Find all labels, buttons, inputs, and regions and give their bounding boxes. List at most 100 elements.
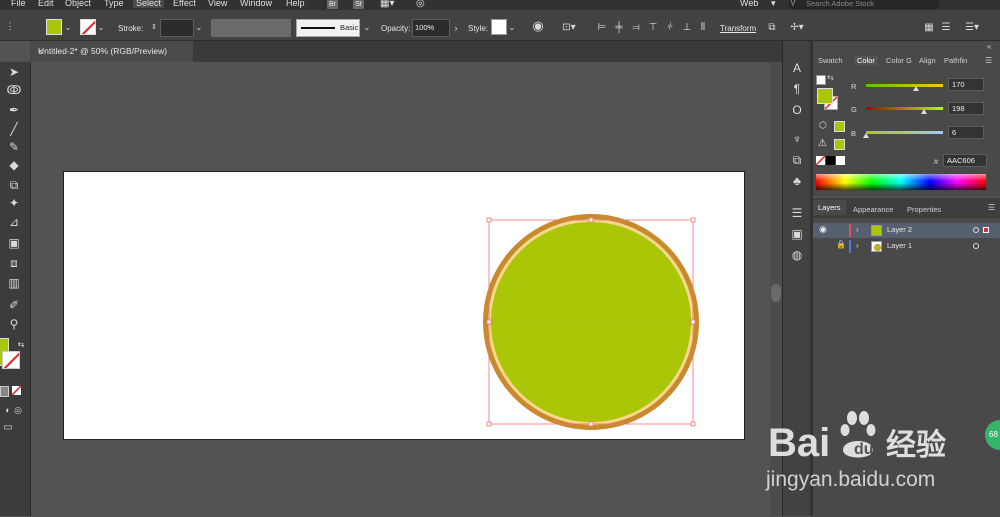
menu-help[interactable]: Help [286, 0, 305, 8]
transparency-panel-icon[interactable]: ◍ [790, 248, 804, 262]
close-icon[interactable]: × [38, 46, 43, 56]
variable-width-profile[interactable] [211, 19, 291, 37]
target-icon[interactable] [973, 243, 979, 249]
transform-link[interactable]: Transform [720, 24, 756, 33]
tab-layers[interactable]: Layers [813, 200, 846, 215]
brush-tool-icon[interactable]: ✎ [6, 140, 22, 154]
pen-tool-icon[interactable]: ✒ [6, 103, 22, 117]
target-icon[interactable] [973, 227, 979, 233]
visibility-eye-icon[interactable]: ◉ [819, 224, 827, 235]
blend-tool-icon[interactable]: ⧈ [6, 256, 22, 270]
out-of-web-gamut-icon[interactable]: ⬡ [819, 120, 827, 131]
none-mode-icon[interactable] [12, 386, 21, 395]
align-center-icon[interactable]: ╪ [612, 22, 626, 34]
recolor-artwork-icon[interactable]: ◉ [531, 19, 545, 32]
menu-object[interactable]: Object [65, 0, 91, 8]
tab-swatches[interactable]: Swatch [818, 56, 843, 65]
opacity-arrow-icon[interactable]: › [451, 19, 461, 37]
menu-select[interactable]: Select [133, 0, 165, 8]
menu-edit[interactable]: Edit [38, 0, 54, 8]
gpu-performance-icon[interactable]: ◎ [416, 0, 425, 9]
menu-type[interactable]: Type [104, 0, 124, 8]
graph-tool-icon[interactable]: ▥ [6, 276, 22, 290]
lock-icon[interactable]: 🔒 [836, 240, 846, 249]
arrange-icon[interactable]: ▦ [922, 22, 936, 34]
align-middle-icon[interactable]: ⫩ [663, 22, 677, 34]
expand-chevron-icon[interactable]: › [856, 241, 859, 250]
tab-align[interactable]: Align [919, 56, 936, 65]
eraser-tool-icon[interactable]: ◆ [6, 158, 22, 172]
clubs-symbol-icon[interactable]: ♣ [790, 174, 804, 188]
isolate-icon[interactable]: ⧉ [765, 22, 779, 34]
fill-chevron-icon[interactable]: ⌄ [63, 19, 73, 37]
red-value-field[interactable]: 170 [948, 78, 984, 91]
tab-properties[interactable]: Properties [907, 205, 941, 214]
stroke-swatch[interactable] [80, 19, 96, 35]
green-value-field[interactable]: 198 [948, 102, 984, 115]
none-color-icon[interactable] [816, 156, 825, 165]
black-swatch[interactable] [826, 156, 835, 165]
align-left-icon[interactable]: ⊨ [595, 22, 609, 34]
opacity-field[interactable]: 100% [412, 19, 450, 37]
panel-menu-icon[interactable]: ☰ [985, 56, 992, 65]
fill-swatch[interactable] [46, 19, 62, 35]
stroke-weight-field[interactable] [160, 19, 194, 37]
stroke-stepper-icon[interactable]: ⇕ [147, 22, 161, 34]
color-mode-icon[interactable] [0, 386, 9, 397]
symbols-icon[interactable]: ♆ [790, 132, 804, 146]
align-top-icon[interactable]: ⊤ [646, 22, 660, 34]
align-right-icon[interactable]: ⫤ [629, 22, 643, 34]
layer-row-1[interactable]: 🔒 › Layer 1 [813, 239, 1000, 254]
gradient-panel-icon[interactable]: ▣ [790, 227, 804, 241]
menu-effect[interactable]: Effect [173, 0, 196, 8]
align-bottom-icon[interactable]: ⊥ [680, 22, 694, 34]
collapse-panel-icon[interactable]: « [987, 42, 991, 51]
paragraph-icon[interactable]: ¶ [790, 82, 804, 96]
more-options-icon[interactable]: ☰▾ [965, 22, 979, 34]
selected-art-indicator[interactable] [983, 227, 989, 233]
tab-color[interactable]: Color [854, 56, 878, 65]
green-slider-thumb[interactable] [921, 109, 927, 114]
blue-slider[interactable] [866, 131, 943, 134]
layers-menu-icon[interactable]: ☰ [988, 203, 995, 212]
blue-value-field[interactable]: 6 [948, 126, 984, 139]
panel-fill-swatch[interactable] [817, 88, 833, 104]
stroke-chevron-icon[interactable]: ⌄ [96, 19, 106, 37]
swap-icon[interactable]: ⇆ [827, 73, 834, 82]
stock-icon[interactable]: St [353, 0, 364, 9]
screen-mode-icon[interactable]: ▭ [0, 421, 16, 435]
expand-chevron-icon[interactable]: › [856, 225, 859, 234]
layer-name[interactable]: Layer 1 [887, 241, 912, 250]
panel-options-icon[interactable]: ☰ [939, 22, 953, 34]
tab-pathfinder[interactable]: Pathfin [944, 56, 967, 65]
default-colors-icon[interactable] [816, 75, 826, 85]
tab-appearance[interactable]: Appearance [853, 205, 893, 214]
stroke-weight-chevron-icon[interactable]: ⌄ [194, 19, 204, 37]
search-stock-field[interactable]: ⚲ Search Adobe Stock [789, 0, 939, 9]
document-tab[interactable]: Untitled-2* @ 50% (RGB/Preview) × [30, 41, 193, 62]
gamut-warning-icon[interactable]: ⚠ [818, 138, 827, 149]
draw-inside-icon[interactable]: ◎ [10, 403, 26, 417]
eyedropper-tool-icon[interactable]: ✐ [6, 298, 22, 312]
red-slider-thumb[interactable] [913, 86, 919, 91]
workspace-chevron-icon[interactable]: ▾ [771, 0, 776, 9]
menu-view[interactable]: View [208, 0, 227, 8]
swap-colors-icon[interactable]: ⇆ [13, 338, 29, 352]
puppet-warp-tool-icon[interactable]: ✦ [6, 196, 22, 210]
asset-export-icon[interactable]: ⧉ [790, 153, 804, 167]
bridge-icon[interactable]: Br [327, 0, 338, 9]
layer-row-2[interactable]: ◉ › Layer 2 [813, 223, 1000, 238]
scrollbar-thumb[interactable] [771, 284, 781, 302]
align-to-icon[interactable]: ⊡▾ [562, 22, 576, 34]
line-tool-icon[interactable]: ╱ [6, 122, 22, 136]
opentype-icon[interactable]: O [790, 103, 804, 117]
red-slider[interactable] [866, 84, 943, 87]
toolbar-stroke-swatch[interactable] [2, 351, 20, 369]
layer-name[interactable]: Layer 2 [887, 225, 912, 234]
green-slider[interactable] [866, 107, 943, 110]
web-safe-color-swatch[interactable] [834, 121, 845, 132]
selection-tool-icon[interactable]: ➤ [6, 65, 22, 79]
graphic-style-swatch[interactable] [491, 19, 507, 35]
character-icon[interactable]: A [790, 61, 804, 75]
hex-value-field[interactable]: AAC606 [943, 154, 987, 167]
